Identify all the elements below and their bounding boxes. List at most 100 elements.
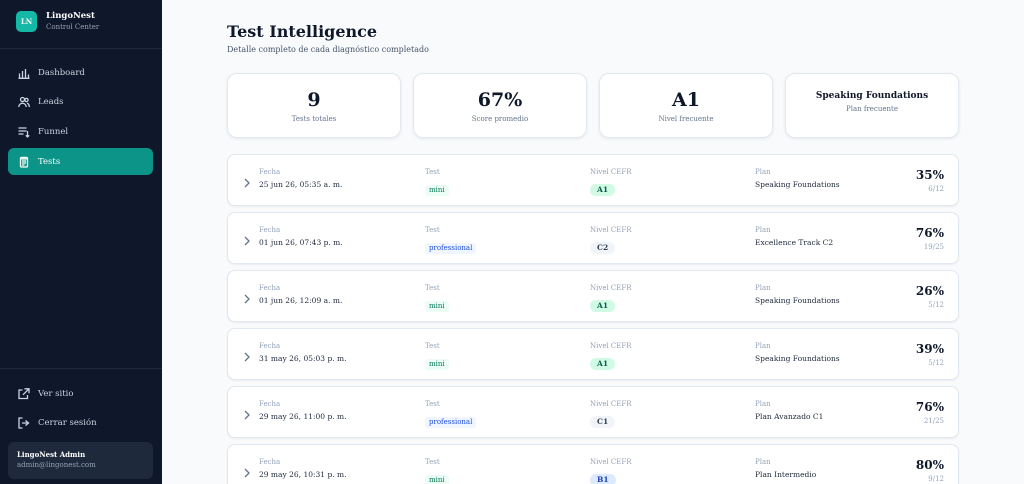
test-row[interactable]: Fecha 29 may 26, 10:31 p. m. Test mini Nivel… <box>227 444 959 484</box>
score-percent: 76% <box>915 226 944 240</box>
stat-label: Score promedio <box>471 115 529 123</box>
test-label: Test <box>425 168 440 176</box>
test-type-badge: mini <box>425 185 449 196</box>
date-label: Fecha <box>259 284 281 292</box>
main-content: Test Intelligence Detalle completo de ca… <box>162 0 1024 484</box>
cefr-level-badge: B1 <box>590 474 616 484</box>
level-label: Nivel CEFR <box>590 458 632 466</box>
stat-card-frequent-level: A1 Nivel frecuente <box>599 73 773 138</box>
cefr-level-badge: A1 <box>590 184 616 196</box>
test-label: Test <box>425 284 440 292</box>
logout-icon <box>17 416 30 429</box>
sidebar-item-funnel[interactable]: Funnel <box>8 118 153 145</box>
test-type-badge: mini <box>425 359 449 370</box>
chevron-right-icon[interactable] <box>242 348 252 362</box>
logout-label: Cerrar sesión <box>38 417 97 428</box>
sidebar-item-label: Dashboard <box>38 67 85 78</box>
test-type-badge: mini <box>425 475 449 484</box>
level-label: Nivel CEFR <box>590 342 632 350</box>
plan-name: Speaking Foundations <box>755 354 840 363</box>
plan-label: Plan <box>755 342 771 350</box>
users-icon <box>17 95 30 108</box>
date-label: Fecha <box>259 400 281 408</box>
test-row[interactable]: Fecha 25 jun 26, 05:35 a. m. Test mini Nivel… <box>227 154 959 206</box>
sidebar-item-leads[interactable]: Leads <box>8 88 153 115</box>
test-row[interactable]: Fecha 31 may 26, 05:03 p. m. Test mini Nivel… <box>227 328 959 380</box>
stat-label: Tests totales <box>291 115 337 123</box>
admin-name: LingoNest Admin <box>17 450 86 459</box>
sidebar-divider <box>0 368 162 369</box>
chevron-right-icon[interactable] <box>242 290 252 304</box>
plan-label: Plan <box>755 226 771 234</box>
test-row[interactable]: Fecha 29 may 26, 11:00 p. m. Test professio… <box>227 386 959 438</box>
date-label: Fecha <box>259 458 281 466</box>
stat-value: Speaking Foundations <box>815 91 929 101</box>
test-label: Test <box>425 400 440 408</box>
plan-name: Excellence Track C2 <box>755 238 834 247</box>
plan-name: Speaking Foundations <box>755 180 840 189</box>
plan-name: Speaking Foundations <box>755 296 840 305</box>
date-label: Fecha <box>259 168 281 176</box>
sidebar-item-label: Funnel <box>38 126 69 137</box>
admin-email: admin@lingonest.com <box>17 461 96 469</box>
date-label: Fecha <box>259 226 281 234</box>
plan-label: Plan <box>755 400 771 408</box>
admin-profile-card[interactable]: LingoNest Admin admin@lingonest.com <box>8 442 153 479</box>
stat-label: Nivel frecuente <box>658 115 714 123</box>
stat-card-average-score: 67% Score promedio <box>413 73 587 138</box>
brand-name: LingoNest <box>46 11 95 21</box>
cefr-level-badge: A1 <box>590 300 616 312</box>
score-fraction: 6/12 <box>928 185 944 193</box>
stat-value: A1 <box>672 89 700 111</box>
cefr-level-badge: A1 <box>590 358 616 370</box>
level-label: Nivel CEFR <box>590 168 632 176</box>
score-fraction: 5/12 <box>928 359 944 367</box>
score-percent: 39% <box>915 342 944 356</box>
test-type-badge: professional <box>425 417 477 428</box>
test-date: 25 jun 26, 05:35 a. m. <box>259 180 343 189</box>
score-percent: 76% <box>915 400 944 414</box>
test-date: 31 may 26, 05:03 p. m. <box>259 354 347 363</box>
chevron-right-icon[interactable] <box>242 406 252 420</box>
view-site-label: Ver sitio <box>38 388 74 399</box>
score-fraction: 9/12 <box>928 475 944 483</box>
chevron-right-icon[interactable] <box>242 464 252 478</box>
test-type-badge: professional <box>425 243 477 254</box>
brand[interactable]: LN LingoNest Control Center <box>16 11 99 32</box>
logout-button[interactable]: Cerrar sesión <box>8 409 153 436</box>
sidebar-divider <box>0 48 162 49</box>
external-link-icon <box>17 387 30 400</box>
view-site-link[interactable]: Ver sitio <box>8 380 153 407</box>
stat-card-total-tests: 9 Tests totales <box>227 73 401 138</box>
level-label: Nivel CEFR <box>590 400 632 408</box>
plan-label: Plan <box>755 284 771 292</box>
bar-chart-icon <box>17 66 30 79</box>
page-subtitle: Detalle completo de cada diagnóstico com… <box>227 45 429 54</box>
cefr-level-badge: C1 <box>590 416 616 428</box>
page-title: Test Intelligence <box>227 22 378 41</box>
plan-name: Plan Intermedio <box>755 470 817 479</box>
score-fraction: 5/12 <box>928 301 944 309</box>
chevron-right-icon[interactable] <box>242 174 252 188</box>
test-row[interactable]: Fecha 01 jun 26, 12:09 a. m. Test mini Nivel… <box>227 270 959 322</box>
funnel-list-icon <box>17 125 30 138</box>
stat-value: 9 <box>307 89 321 111</box>
level-label: Nivel CEFR <box>590 284 632 292</box>
score-fraction: 21/25 <box>923 417 944 425</box>
brand-subtitle: Control Center <box>46 23 100 31</box>
test-label: Test <box>425 342 440 350</box>
score-percent: 35% <box>915 168 944 182</box>
plan-label: Plan <box>755 458 771 466</box>
stat-value: 67% <box>477 89 523 111</box>
chevron-right-icon[interactable] <box>242 232 252 246</box>
test-label: Test <box>425 458 440 466</box>
brand-logo: LN <box>16 11 37 32</box>
sidebar-item-dashboard[interactable]: Dashboard <box>8 59 153 86</box>
level-label: Nivel CEFR <box>590 226 632 234</box>
cefr-level-badge: C2 <box>590 242 616 254</box>
plan-label: Plan <box>755 168 771 176</box>
clipboard-icon <box>17 155 30 168</box>
test-date: 01 jun 26, 12:09 a. m. <box>259 296 343 305</box>
sidebar-item-tests[interactable]: Tests <box>8 148 153 175</box>
test-row[interactable]: Fecha 01 jun 26, 07:43 p. m. Test professio… <box>227 212 959 264</box>
